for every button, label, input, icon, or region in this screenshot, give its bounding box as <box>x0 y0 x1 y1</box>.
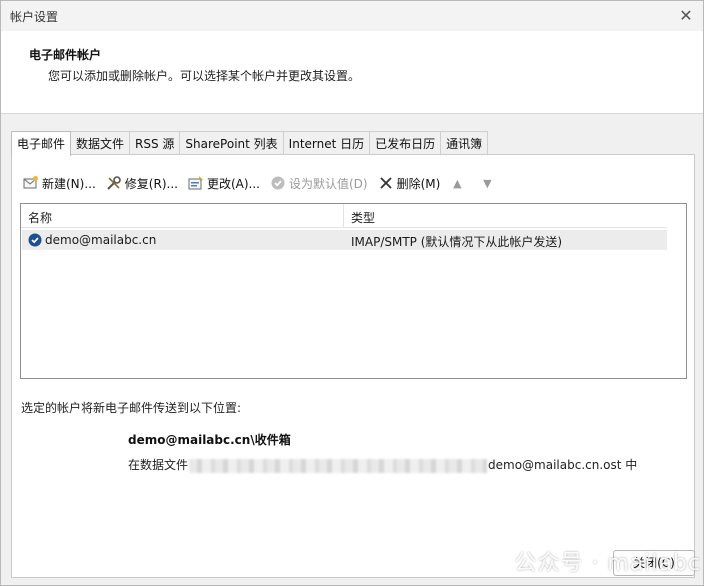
remove-button[interactable]: 删除(M) <box>378 175 441 192</box>
tab-published-calendars[interactable]: 已发布日历 <box>369 131 442 155</box>
delivery-folder: demo@mailabc.cn\收件箱 <box>128 433 291 447</box>
header-title: 电子邮件帐户 <box>29 48 102 62</box>
tab-strip: 电子邮件 数据文件 RSS 源 SharePoint 列表 Internet 日… <box>11 131 489 156</box>
column-header-name[interactable]: 名称 <box>28 209 52 226</box>
new-account-label: 新建(N)... <box>42 176 96 191</box>
table-row[interactable]: demo@mailabc.cn IMAP/SMTP (默认情况下从此帐户发送) <box>22 230 667 250</box>
delivery-label: 选定的帐户将新电子邮件传送到以下位置: <box>21 401 242 415</box>
delivery-path-prefix: 在数据文件 <box>128 458 189 472</box>
default-account-check-icon <box>28 233 42 247</box>
tab-sharepoint-lists[interactable]: SharePoint 列表 <box>179 131 284 155</box>
account-toolbar: 新建(N)... 修复(R)... 更改(A)... 设为默认值(D) 删除(M… <box>23 173 510 193</box>
repair-icon <box>106 175 122 191</box>
tab-address-books[interactable]: 通讯簿 <box>440 131 489 155</box>
delivery-path: 在数据文件 demo@mailabc.cn.ost 中 <box>128 456 637 473</box>
redacted-path <box>189 458 488 473</box>
close-icon[interactable]: ✕ <box>677 7 695 25</box>
set-default-button[interactable]: 设为默认值(D) <box>270 175 368 192</box>
account-name: demo@mailabc.cn <box>45 233 157 247</box>
window-title: 帐户设置 <box>10 10 59 24</box>
move-down-icon[interactable]: ▼ <box>480 176 494 190</box>
change-icon <box>188 175 204 191</box>
accounts-list-header: 名称 类型 <box>21 204 667 228</box>
tab-internet-calendars[interactable]: Internet 日历 <box>282 131 371 155</box>
title-bar: 帐户设置 ✕ <box>1 1 703 31</box>
header-banner: 电子邮件帐户 您可以添加或删除帐户。可以选择某个帐户并更改其设置。 <box>1 31 703 114</box>
repair-label: 修复(R)... <box>124 176 178 191</box>
account-type: IMAP/SMTP (默认情况下从此帐户发送) <box>351 235 563 249</box>
tab-email[interactable]: 电子邮件 <box>11 131 72 156</box>
change-label: 更改(A)... <box>206 176 260 191</box>
header-description: 您可以添加或删除帐户。可以选择某个帐户并更改其设置。 <box>48 69 361 83</box>
new-account-icon <box>23 175 39 191</box>
remove-icon <box>378 175 394 191</box>
remove-label: 删除(M) <box>396 176 441 191</box>
delivery-path-suffix: demo@mailabc.cn.ost 中 <box>488 458 638 472</box>
tab-rss-feeds[interactable]: RSS 源 <box>129 131 181 155</box>
email-tab-panel: 新建(N)... 修复(R)... 更改(A)... 设为默认值(D) 删除(M… <box>11 154 695 578</box>
column-header-type[interactable]: 类型 <box>351 209 375 226</box>
watermark: 公众号 · mailabc <box>514 551 701 576</box>
move-up-icon[interactable]: ▲ <box>450 176 464 190</box>
set-default-icon <box>270 175 286 191</box>
set-default-label: 设为默认值(D) <box>288 176 368 191</box>
accounts-list[interactable]: 名称 类型 demo@mailabc.cn IMAP/SMTP (默认情况下从此… <box>20 203 687 379</box>
new-account-button[interactable]: 新建(N)... <box>23 175 96 192</box>
change-button[interactable]: 更改(A)... <box>188 175 260 192</box>
column-divider[interactable] <box>343 204 344 228</box>
tab-data-files[interactable]: 数据文件 <box>70 131 131 155</box>
repair-button[interactable]: 修复(R)... <box>106 175 178 192</box>
account-settings-dialog: 帐户设置 ✕ 电子邮件帐户 您可以添加或删除帐户。可以选择某个帐户并更改其设置。… <box>0 0 704 586</box>
